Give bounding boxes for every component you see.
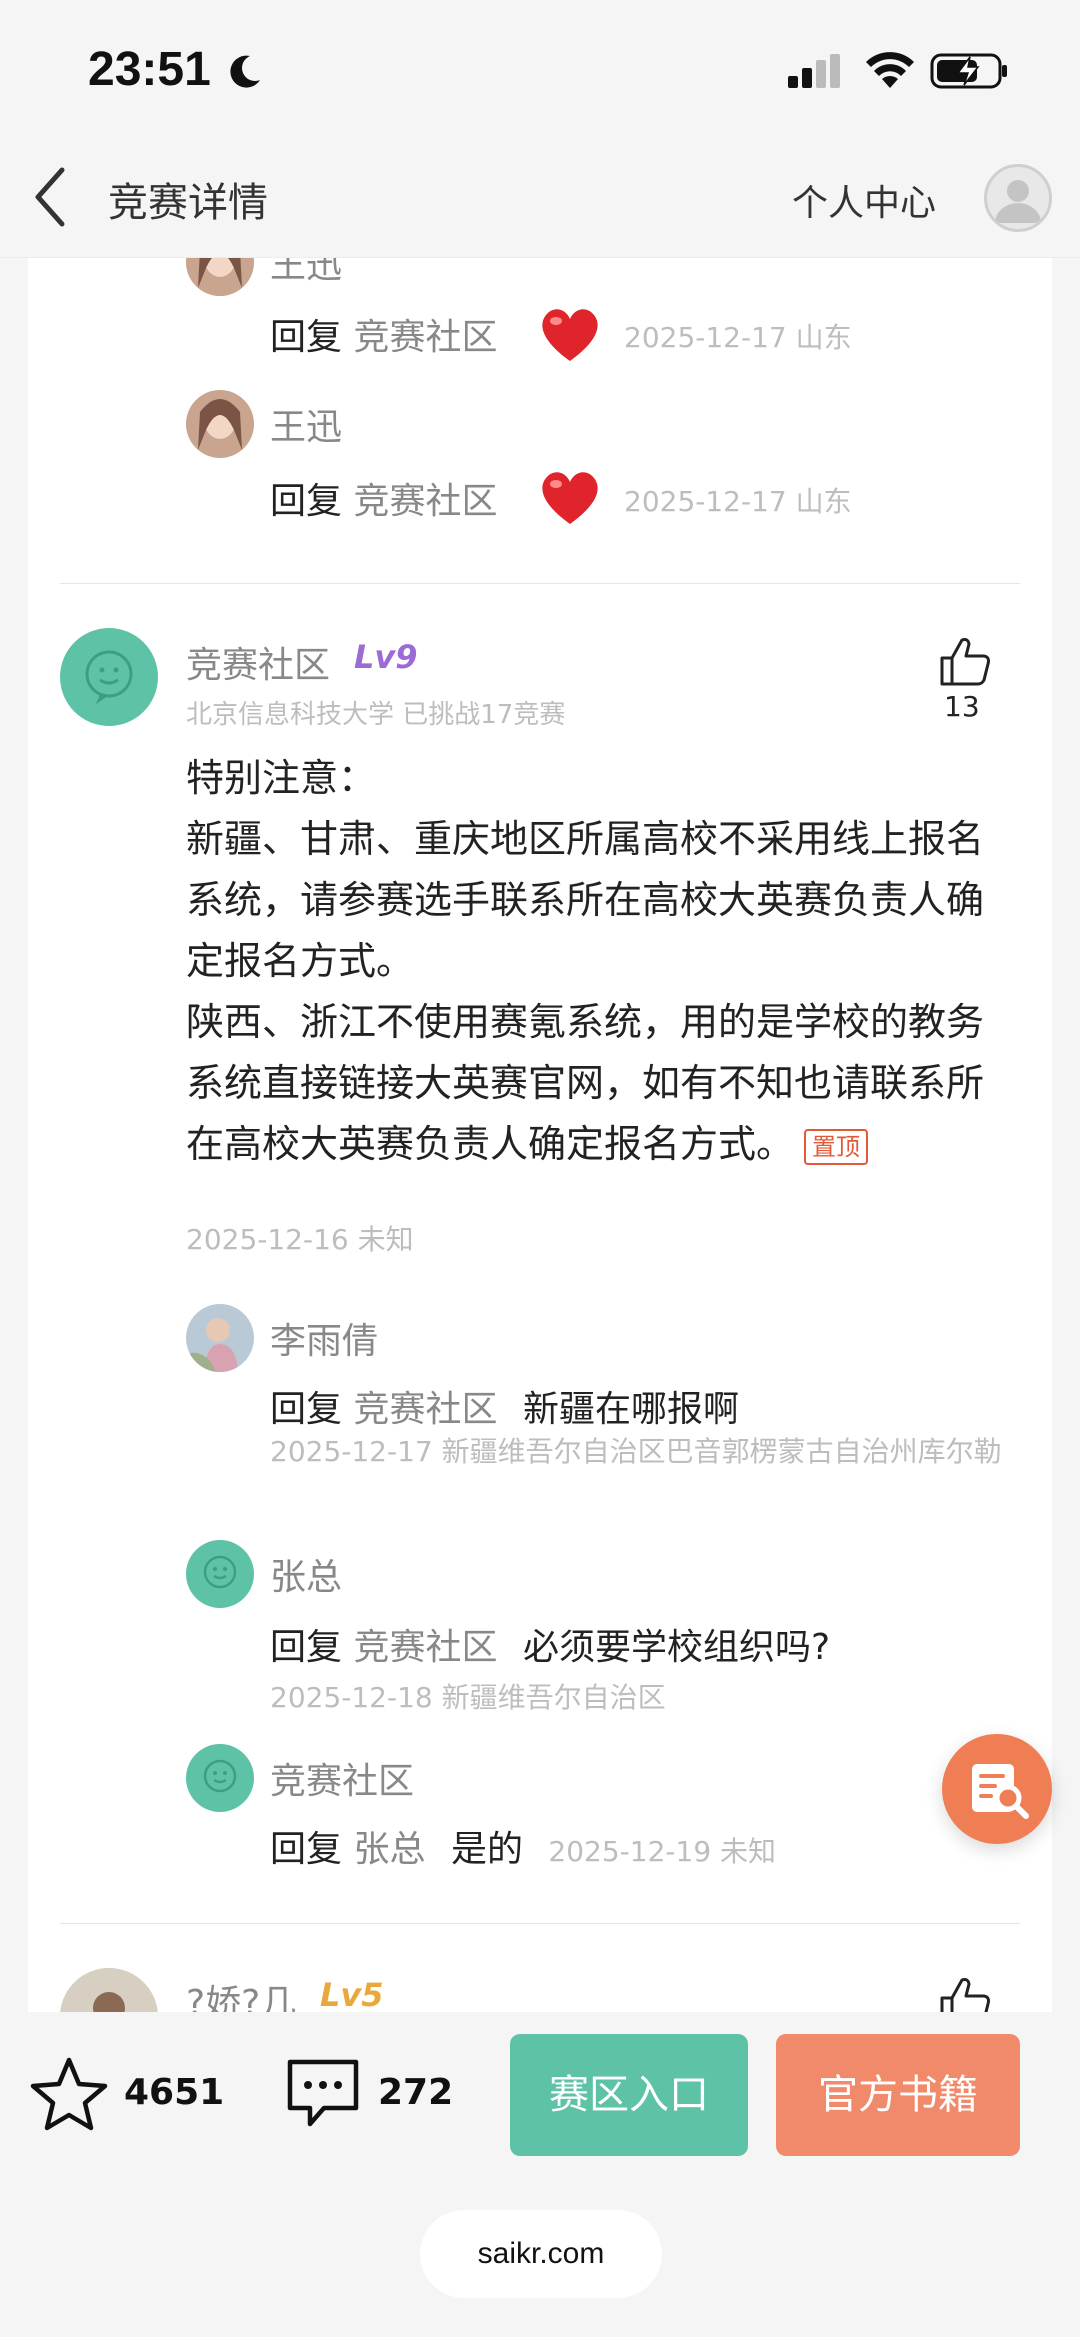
reply-line: 回复 竞赛社区 bbox=[270, 308, 497, 360]
thumbs-up-icon[interactable] bbox=[938, 1974, 992, 2012]
user-center-link[interactable]: 个人中心 bbox=[792, 174, 936, 226]
reply-text: 是的 bbox=[450, 1829, 523, 1870]
comment-divider bbox=[60, 583, 1020, 584]
portrait-avatar-icon bbox=[186, 258, 254, 296]
cellular-signal-icon bbox=[788, 54, 840, 88]
reply-avatar[interactable] bbox=[186, 258, 254, 296]
comment-avatar[interactable] bbox=[60, 1968, 158, 2012]
reply-meta: 2025-12-19 未知 bbox=[548, 1835, 777, 1868]
reply-prefix: 回复 bbox=[270, 481, 343, 522]
comment-icon[interactable] bbox=[284, 2056, 362, 2132]
user-avatar[interactable] bbox=[984, 164, 1052, 232]
reply-target[interactable]: 竞赛社区 bbox=[353, 481, 497, 522]
comment-subtitle: 北京信息科技大学 已挑战17竞赛 bbox=[186, 700, 566, 730]
comment-body: 特别注意： 新疆、甘肃、重庆地区所属高校不采用线上报名系统，请参赛选手联系所在高… bbox=[186, 748, 1016, 1175]
level-badge: Lv5 bbox=[320, 1976, 384, 2012]
reply-author[interactable]: 王迅 bbox=[270, 258, 342, 288]
nav-bar: 竞赛详情 个人中心 bbox=[0, 140, 1080, 258]
heart-icon bbox=[542, 472, 598, 524]
reply-text: 新疆在哪报啊 bbox=[522, 1389, 739, 1430]
reply-avatar[interactable] bbox=[186, 390, 254, 458]
star-icon[interactable] bbox=[30, 2056, 108, 2132]
reply-meta: 2025-12-17 新疆维吾尔自治区巴音郭楞蒙古自治州库尔勒 bbox=[270, 1435, 1002, 1468]
reply-author[interactable]: 王迅 bbox=[270, 398, 342, 450]
comment-author[interactable]: 竞赛社区 bbox=[186, 636, 330, 688]
photo-avatar-icon bbox=[60, 1968, 158, 2012]
status-bar: 23:51 bbox=[0, 0, 1080, 140]
reply-meta: 2025-12-18 新疆维吾尔自治区 bbox=[270, 1681, 666, 1714]
default-user-icon bbox=[995, 180, 1041, 223]
reply-meta: 2025-12-17 山东 bbox=[624, 321, 852, 354]
status-time: 23:51 bbox=[88, 43, 211, 96]
reply-line: 回复 竞赛社区 bbox=[270, 472, 497, 524]
reply-target[interactable]: 竞赛社区 bbox=[353, 1627, 497, 1668]
comment-divider bbox=[60, 1923, 1020, 1924]
reply-author[interactable]: 竞赛社区 bbox=[270, 1752, 414, 1804]
official-books-button[interactable]: 官方书籍 bbox=[776, 2034, 1020, 2156]
smiley-avatar-icon bbox=[203, 1555, 237, 1589]
reply-avatar[interactable] bbox=[186, 1540, 254, 1608]
reply-prefix: 回复 bbox=[270, 317, 343, 358]
back-arrow-icon[interactable] bbox=[28, 164, 72, 230]
comment-author[interactable]: ?娇?几 bbox=[186, 1974, 296, 2012]
reply-author[interactable]: 张总 bbox=[270, 1548, 342, 1600]
reply-line: 回复 竞赛社区 必须要学校组织吗? bbox=[270, 1618, 830, 1670]
reply-prefix: 回复 bbox=[270, 1389, 343, 1430]
comment-avatar[interactable] bbox=[60, 628, 158, 726]
reply-avatar[interactable] bbox=[186, 1304, 254, 1372]
smiley-avatar-icon bbox=[85, 650, 133, 704]
wifi-icon bbox=[866, 52, 914, 88]
level-badge: Lv9 bbox=[354, 638, 418, 676]
reply-line: 回复 张总 是的 2025-12-19 未知 bbox=[270, 1820, 776, 1872]
reply-target[interactable]: 竞赛社区 bbox=[353, 1389, 497, 1430]
reply-avatar[interactable] bbox=[186, 1744, 254, 1812]
bottom-action-bar: 4651 272 赛区入口 官方书籍 saikr.com bbox=[0, 2012, 1080, 2337]
reply-prefix: 回复 bbox=[270, 1829, 343, 1870]
reply-target[interactable]: 张总 bbox=[353, 1829, 425, 1870]
reply-meta: 2025-12-17 山东 bbox=[624, 485, 852, 518]
photo-avatar-icon bbox=[186, 1304, 254, 1372]
smiley-avatar-icon bbox=[203, 1759, 237, 1793]
reply-prefix: 回复 bbox=[270, 1627, 343, 1668]
pinned-tag: 置顶 bbox=[804, 1128, 869, 1165]
comment-body-text: 特别注意： 新疆、甘肃、重庆地区所属高校不采用线上报名系统，请参赛选手联系所在高… bbox=[186, 756, 985, 1166]
url-bar[interactable]: saikr.com bbox=[420, 2210, 662, 2298]
page-title: 竞赛详情 bbox=[108, 180, 268, 226]
thumbs-up-icon[interactable] bbox=[938, 634, 992, 688]
reply-text: 必须要学校组织吗? bbox=[522, 1627, 831, 1668]
division-entry-button[interactable]: 赛区入口 bbox=[510, 2034, 748, 2156]
document-search-button[interactable] bbox=[942, 1734, 1052, 1844]
moon-icon bbox=[230, 55, 260, 88]
battery-charging-icon bbox=[930, 53, 1007, 89]
reply-target[interactable]: 竞赛社区 bbox=[353, 317, 497, 358]
document-search-icon bbox=[972, 1764, 1029, 1819]
like-count: 13 bbox=[944, 690, 980, 723]
comments-section: 王迅 回复 竞赛社区 2025-12-17 山东 王迅 回复 竞赛社区 2025… bbox=[28, 258, 1052, 2012]
reply-author[interactable]: 李雨倩 bbox=[270, 1312, 378, 1364]
portrait-avatar-icon bbox=[186, 390, 254, 458]
comment-count: 272 bbox=[378, 2072, 454, 2113]
heart-icon bbox=[542, 309, 598, 361]
comment-date: 2025-12-16 未知 bbox=[186, 1223, 414, 1256]
reply-line: 回复 竞赛社区 新疆在哪报啊 bbox=[270, 1380, 739, 1432]
favorite-count: 4651 bbox=[124, 2072, 225, 2113]
